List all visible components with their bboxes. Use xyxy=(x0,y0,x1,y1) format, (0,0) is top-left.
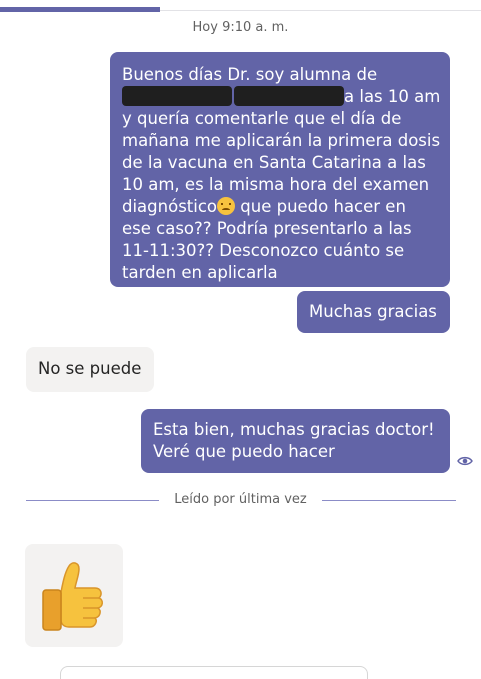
message-line: 11-11:30?? Desconozco cuánto se xyxy=(122,241,405,260)
message-fragment: a las 10 am xyxy=(344,87,441,106)
read-divider-line xyxy=(322,500,456,501)
sent-message-bubble[interactable]: Esta bien, muchas gracias doctor! Veré q… xyxy=(141,409,450,473)
message-line: mañana me aplicarán la primera dosis xyxy=(122,131,441,150)
worried-face-icon xyxy=(217,197,236,215)
read-receipt-label: Leído por última vez xyxy=(174,492,307,507)
message-timestamp: Hoy 9:10 a. m. xyxy=(192,20,289,35)
read-divider-line xyxy=(26,500,159,501)
message-line: ese caso?? Podría presentarlo a las xyxy=(122,219,412,238)
message-line: 10 am, es la misma hora del examen xyxy=(122,175,430,194)
message-line: Veré que puedo hacer xyxy=(153,442,335,461)
chat-screen: Hoy 9:10 a. m. Buenos días Dr. soy alumn… xyxy=(0,0,481,679)
active-tab-indicator xyxy=(0,7,160,12)
thumbs-up-icon xyxy=(42,562,103,631)
message-line: y quería comentarle que el día de xyxy=(122,109,402,128)
seen-eye-icon xyxy=(457,456,473,466)
redacted-text-block xyxy=(234,86,344,106)
message-text: No se puede xyxy=(38,359,142,378)
message-compose-box[interactable] xyxy=(60,666,368,679)
received-message-bubble[interactable]: No se puede xyxy=(26,347,154,392)
message-line: Esta bien, muchas gracias doctor! xyxy=(153,420,435,439)
message-line: a las 10 am xyxy=(122,86,441,108)
message-text: Muchas gracias xyxy=(309,302,437,321)
message-line: de la vacuna en Santa Catarina a las xyxy=(122,153,426,172)
message-line: Buenos días Dr. soy alumna de xyxy=(122,65,378,84)
sent-message-bubble[interactable]: Buenos días Dr. soy alumna de a las 10 a… xyxy=(110,52,450,287)
redacted-text-block xyxy=(122,86,232,106)
message-line: diagnóstico que puedo hacer en xyxy=(122,196,438,218)
sent-message-bubble[interactable]: Muchas gracias xyxy=(297,291,450,333)
message-line: tarden en aplicarla xyxy=(122,263,278,282)
message-fragment: que puedo hacer en xyxy=(240,197,406,216)
sticker-message[interactable] xyxy=(25,544,123,647)
message-fragment: diagnóstico xyxy=(122,197,218,216)
